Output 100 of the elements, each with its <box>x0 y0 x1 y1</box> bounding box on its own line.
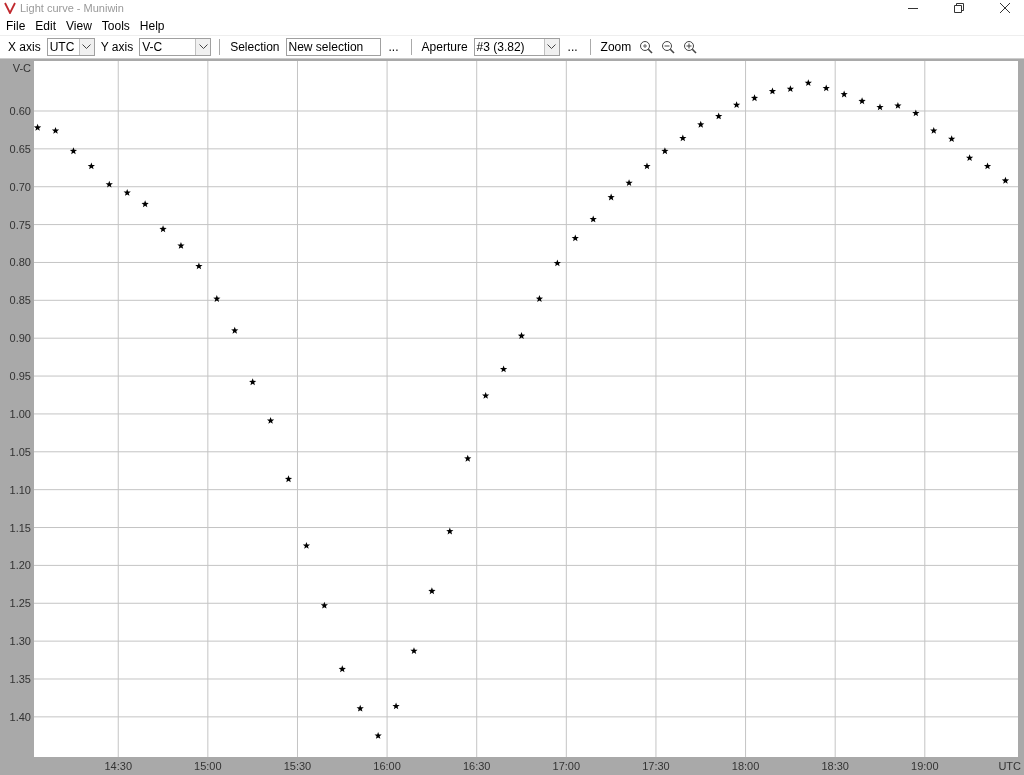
data-point <box>679 134 687 142</box>
data-point <box>123 188 131 196</box>
selection-label: Selection <box>229 39 281 54</box>
y-tick-label: 1.35 <box>9 672 31 685</box>
caret-icon <box>547 43 557 50</box>
x-tick-label: 17:30 <box>642 759 670 772</box>
data-point <box>715 112 723 120</box>
data-point <box>231 326 239 334</box>
data-point <box>33 123 42 131</box>
data-point <box>141 200 149 208</box>
x-tick-label: 18:00 <box>731 759 760 772</box>
data-point <box>267 416 275 424</box>
data-point <box>356 704 364 712</box>
data-point <box>374 731 382 739</box>
data-point <box>177 241 185 249</box>
menu-item[interactable]: Help <box>139 18 165 33</box>
data-point <box>338 665 346 673</box>
data-point <box>930 126 938 134</box>
data-point <box>446 527 454 535</box>
selection-more-button[interactable]: ... <box>384 39 403 54</box>
caret-icon <box>82 43 92 50</box>
data-point <box>464 454 472 462</box>
data-point <box>912 109 920 117</box>
data-point <box>876 103 884 111</box>
data-point <box>840 90 848 98</box>
y-tick-label: 1.00 <box>9 407 31 420</box>
y-tick-label: 1.40 <box>9 710 31 723</box>
y-tick-label: 0.80 <box>9 256 31 269</box>
data-point <box>733 100 741 108</box>
data-point <box>804 79 812 86</box>
x-axis-title: UTC <box>998 759 1021 772</box>
y-tick-label: 0.90 <box>9 332 31 345</box>
data-point <box>320 601 328 609</box>
data-point <box>105 180 113 188</box>
data-point <box>517 331 526 339</box>
menu-item[interactable]: Tools <box>101 18 130 33</box>
data-point <box>159 225 167 233</box>
window-title: Light curve - Muniwin <box>20 2 124 15</box>
data-point <box>697 120 705 128</box>
app-logo-icon <box>4 2 16 15</box>
zoom-out-icon[interactable] <box>661 39 676 54</box>
y-tick-label: 0.85 <box>9 294 31 307</box>
data-point <box>822 84 830 92</box>
data-point <box>535 294 544 302</box>
data-point <box>302 541 311 549</box>
data-point <box>482 391 490 399</box>
data-point <box>410 647 418 654</box>
data-point <box>213 294 221 302</box>
zoom-in-icon[interactable] <box>683 39 698 54</box>
data-point <box>607 193 615 201</box>
data-point <box>571 234 579 242</box>
data-point <box>1001 176 1010 184</box>
data-point <box>249 378 257 386</box>
x-tick-label: 15:00 <box>194 759 222 772</box>
y-tick-label: 1.30 <box>9 634 31 647</box>
x-tick-label: 15:30 <box>283 759 312 772</box>
y-tick-label: 0.60 <box>9 104 31 117</box>
data-point <box>553 259 561 267</box>
y-tick-label: 0.70 <box>9 180 31 193</box>
menu-item[interactable]: Edit <box>35 18 57 33</box>
data-point <box>195 262 203 270</box>
y-tick-label: 1.25 <box>9 597 31 610</box>
restore-icon[interactable] <box>954 3 964 14</box>
y-tick-label: 1.15 <box>9 521 31 534</box>
caret-icon <box>198 43 208 50</box>
data-point <box>643 162 651 170</box>
y-axis-dropdown[interactable]: V-C <box>139 37 212 56</box>
data-point <box>786 85 794 92</box>
close-icon[interactable] <box>1000 3 1010 14</box>
menu-item[interactable]: File <box>6 18 26 33</box>
menu-item[interactable]: View <box>66 18 92 33</box>
y-tick-label: 1.20 <box>9 559 31 572</box>
y-axis-label: Y axis <box>99 39 135 54</box>
x-axis-label: X axis <box>7 39 42 54</box>
y-tick-label: 0.95 <box>9 369 31 382</box>
x-tick-label: 19:00 <box>911 759 939 772</box>
x-tick-label: 18:30 <box>821 759 849 772</box>
x-tick-label: 16:00 <box>373 759 401 772</box>
data-point <box>948 135 956 142</box>
zoom-fit-icon[interactable] <box>639 39 654 54</box>
aperture-label: Aperture <box>420 39 469 54</box>
data-point <box>589 215 597 223</box>
data-point <box>750 94 759 101</box>
x-tick-label: 16:30 <box>462 759 491 772</box>
y-tick-label: 1.05 <box>9 445 31 458</box>
data-point <box>661 147 669 155</box>
y-tick-label: 0.75 <box>9 218 31 231</box>
data-point <box>894 101 902 109</box>
x-axis-dropdown[interactable]: UTC <box>46 37 95 56</box>
data-point <box>768 87 777 95</box>
x-tick-label: 17:00 <box>552 759 581 772</box>
data-point <box>983 162 992 170</box>
data-point <box>392 702 400 710</box>
aperture-dropdown[interactable]: #3 (3.82) <box>473 37 560 56</box>
aperture-more-button[interactable]: ... <box>563 39 582 54</box>
data-point <box>428 587 436 595</box>
data-point <box>87 162 95 170</box>
selection-field[interactable]: New selection <box>285 37 381 56</box>
x-tick-label: 14:30 <box>104 759 132 772</box>
data-point <box>69 147 78 155</box>
